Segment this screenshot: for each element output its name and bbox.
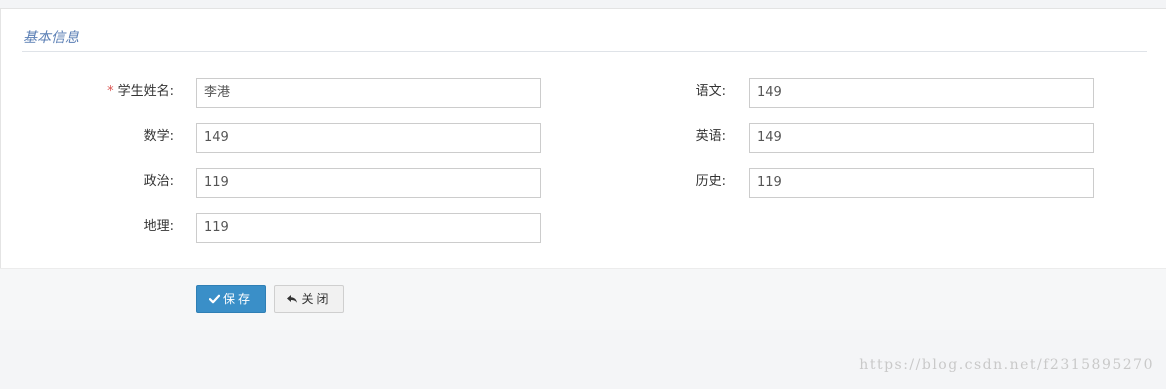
- save-button[interactable]: 保存: [196, 285, 266, 313]
- check-icon: [208, 287, 221, 313]
- close-button[interactable]: 关闭: [274, 285, 344, 313]
- student-name-input[interactable]: [196, 78, 541, 108]
- english-score-input[interactable]: [749, 123, 1094, 153]
- english-label: 英语:: [695, 129, 726, 144]
- history-score-input[interactable]: [749, 168, 1094, 198]
- section-title: 基本信息: [23, 30, 79, 46]
- watermark: https://blog.csdn.net/f2315895270: [859, 357, 1154, 373]
- reply-icon: [286, 287, 298, 313]
- geography-label: 地理:: [143, 219, 174, 234]
- close-button-label: 关闭: [301, 292, 332, 306]
- math-label: 数学:: [143, 129, 174, 144]
- geography-score-input[interactable]: [196, 213, 541, 243]
- top-strip: [0, 0, 1166, 9]
- politics-score-input[interactable]: [196, 168, 541, 198]
- student-name-label: * 学生姓名:: [14, 77, 174, 107]
- section-divider: [22, 51, 1147, 52]
- chinese-label: 语文:: [695, 84, 726, 99]
- form-footer: 保存 关闭: [0, 268, 1166, 330]
- math-score-input[interactable]: [196, 123, 541, 153]
- form-card: 基本信息 *学生姓名: 语文: 数学: 英语: 政治: 历史: 地理:: [0, 9, 1166, 268]
- page: 基本信息 *学生姓名: 语文: 数学: 英语: 政治: 历史: 地理: 保存: [0, 0, 1166, 389]
- required-mark: *: [107, 84, 114, 99]
- history-label: 历史:: [695, 174, 726, 189]
- student-name-label-text: 学生姓名:: [117, 84, 174, 99]
- chinese-score-input[interactable]: [749, 78, 1094, 108]
- politics-label: 政治:: [143, 174, 174, 189]
- save-button-label: 保存: [222, 292, 253, 306]
